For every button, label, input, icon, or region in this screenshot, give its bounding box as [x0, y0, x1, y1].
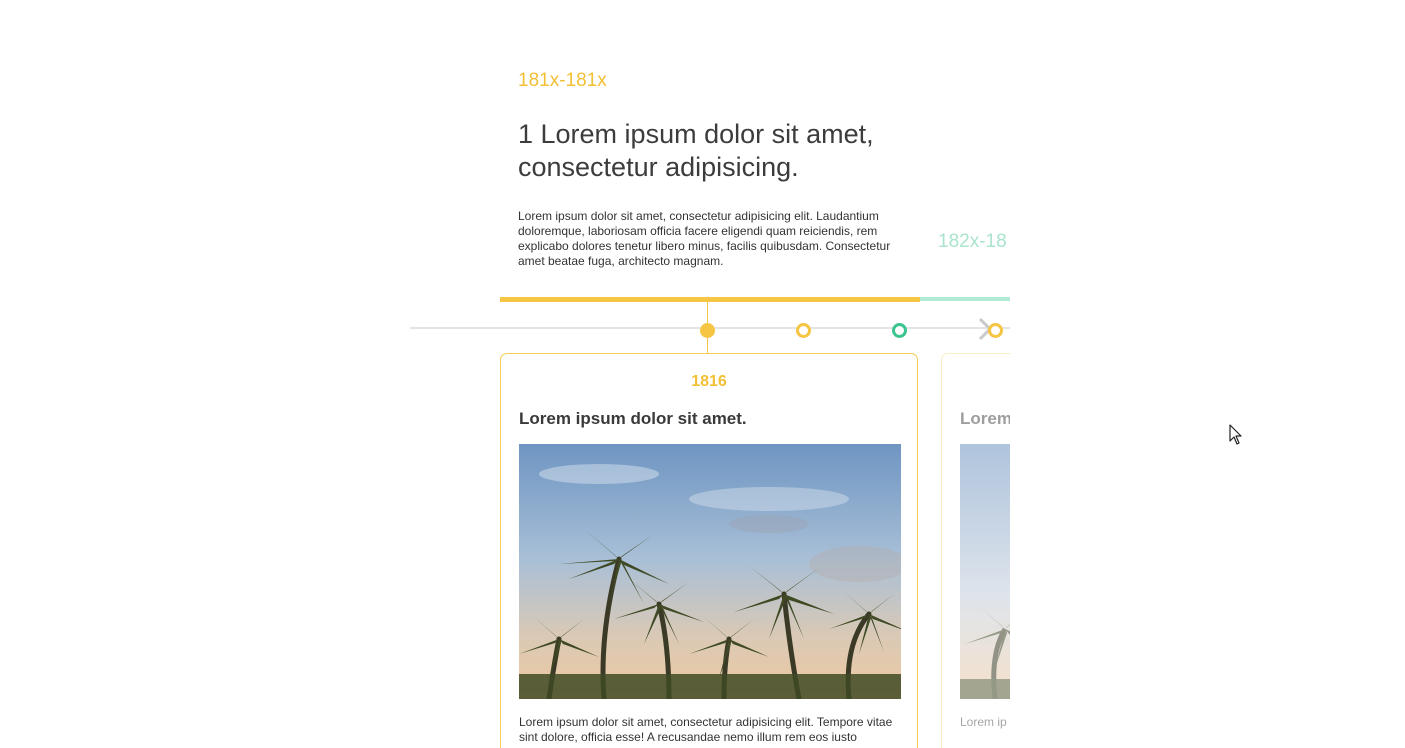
active-period-progress-bar — [500, 297, 920, 302]
card-body-text: Lorem ipsum dolor sit amet, consectetur … — [519, 715, 893, 744]
timeline-dot[interactable] — [796, 323, 811, 338]
timeline-dot[interactable] — [988, 323, 1003, 338]
card-year: 1816 — [691, 373, 727, 390]
card-body-text: Lorem ip vitae sint — [960, 715, 1010, 729]
next-period-progress-bar — [920, 297, 1010, 301]
mouse-cursor-icon — [1229, 424, 1243, 446]
palm-trees-photo — [960, 444, 1010, 699]
palm-trees-photo — [519, 444, 901, 699]
timeline-viewport: 182x-18 1816 Lorem ipsum dolor sit amet. — [0, 0, 1010, 748]
next-period-label[interactable]: 182x-18 — [938, 231, 1007, 253]
event-card[interactable]: Lorem Lorem ip — [941, 353, 1010, 748]
timeline-dot-active[interactable] — [700, 323, 715, 338]
timeline-dot[interactable] — [892, 323, 907, 338]
card-title: Lorem — [960, 409, 1010, 428]
event-card[interactable]: 1816 Lorem ipsum dolor sit amet. Lorem i… — [500, 353, 918, 748]
card-title: Lorem ipsum dolor sit amet. — [519, 409, 747, 428]
